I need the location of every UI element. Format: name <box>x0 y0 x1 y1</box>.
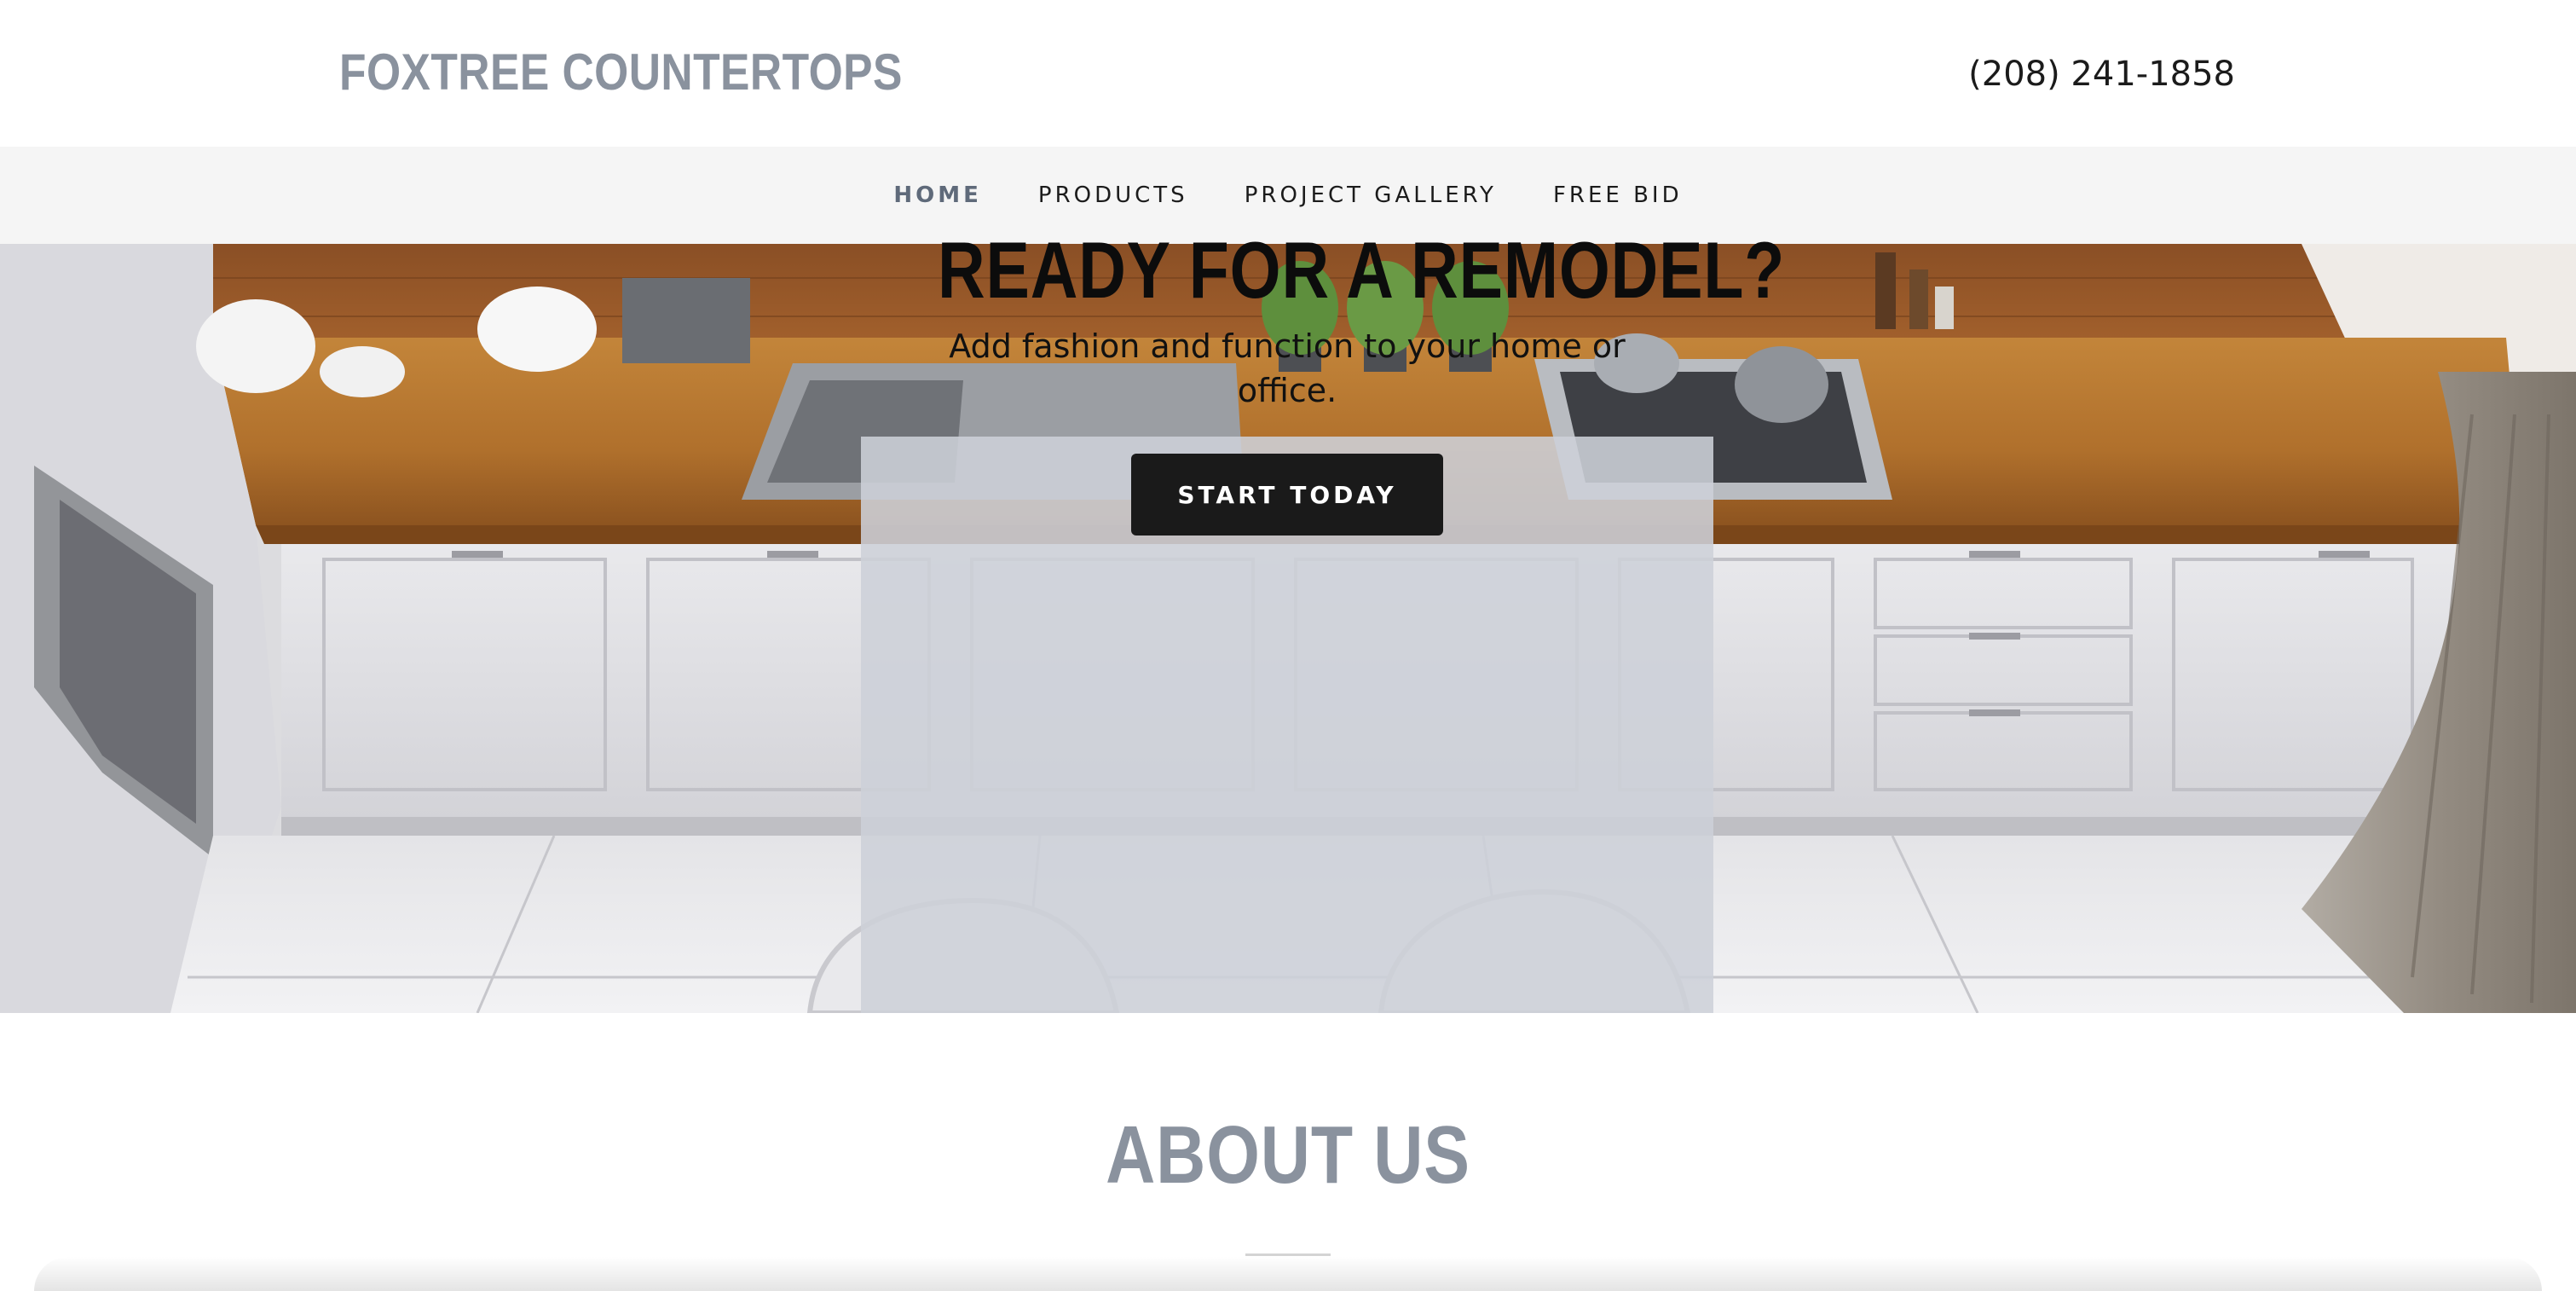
site-header: FOXTREE COUNTERTOPS (208) 241-1858 <box>0 0 2576 147</box>
phone-link[interactable]: (208) 241-1858 <box>1968 44 2235 104</box>
hero-subtitle: Add fashion and function to your home or… <box>949 327 1626 409</box>
hero-title: READY FOR A REMODEL? <box>938 225 1786 315</box>
nav-item-home[interactable]: HOME <box>893 174 982 217</box>
about-divider <box>1245 1253 1331 1256</box>
nav-item-free-bid[interactable]: FREE BID <box>1553 174 1683 217</box>
nav-item-project-gallery[interactable]: PROJECT GALLERY <box>1245 174 1497 217</box>
start-today-button[interactable]: START TODAY <box>1131 454 1443 536</box>
content-card-edge <box>34 1257 2542 1291</box>
about-section: ABOUT US <box>0 1013 2576 1291</box>
about-title: ABOUT US <box>1106 1109 1470 1201</box>
site-logo[interactable]: FOXTREE COUNTERTOPS <box>339 34 903 111</box>
nav-item-products[interactable]: PRODUCTS <box>1038 174 1188 217</box>
